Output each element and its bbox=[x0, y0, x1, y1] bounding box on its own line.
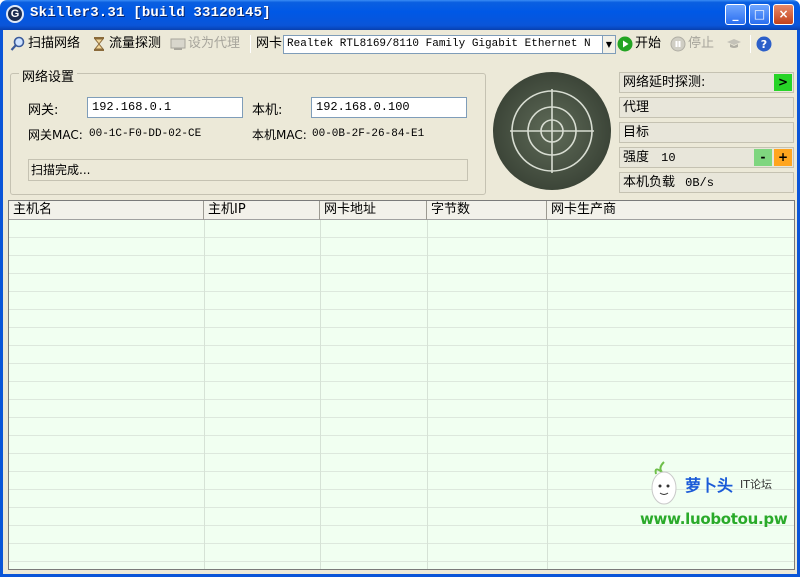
column-header-vendor[interactable]: 网卡生产商 bbox=[547, 201, 794, 220]
column-header-mac[interactable]: 网卡地址 bbox=[320, 201, 427, 220]
help-button[interactable]: ? bbox=[756, 33, 774, 55]
column-header-host-ip[interactable]: 主机IP bbox=[204, 201, 320, 220]
radish-mascot-icon bbox=[651, 461, 677, 505]
local-mac-value: 00-0B-2F-26-84-E1 bbox=[312, 128, 425, 140]
gateway-label: 网关: bbox=[28, 103, 59, 118]
column-header-bytes[interactable]: 字节数 bbox=[427, 201, 547, 220]
nic-label: 网卡 bbox=[256, 36, 283, 51]
traffic-probe-label: 流量探测 bbox=[109, 36, 162, 51]
help-icon: ? bbox=[756, 36, 772, 52]
latency-probe-label: 网络延时探测: bbox=[623, 75, 706, 90]
local-load-row: 本机负载 0B/s bbox=[619, 172, 794, 193]
set-proxy-button[interactable]: 设为代理 bbox=[170, 33, 240, 55]
toolbar-separator bbox=[750, 35, 751, 53]
svg-text:?: ? bbox=[761, 38, 767, 51]
local-mac-label: 本机MAC: bbox=[252, 128, 307, 142]
toolbar-separator bbox=[250, 35, 251, 53]
local-label: 本机: bbox=[252, 103, 283, 118]
strength-value: 10 bbox=[661, 151, 676, 165]
chevron-down-icon[interactable]: ▼ bbox=[602, 35, 616, 54]
column-divider bbox=[547, 220, 548, 569]
scan-network-label: 扫描网络 bbox=[28, 36, 81, 51]
watermark: 萝卜头 IT论坛 www.luobotou.pw bbox=[640, 460, 790, 540]
hourglass-icon bbox=[91, 36, 107, 52]
gateway-mac-label: 网关MAC: bbox=[28, 128, 83, 142]
proxy-icon bbox=[170, 36, 186, 52]
strength-row: 强度 10 - + bbox=[619, 147, 794, 168]
column-divider bbox=[204, 220, 205, 569]
traffic-probe-button[interactable]: 流量探测 bbox=[91, 33, 161, 55]
settings-button[interactable] bbox=[726, 33, 744, 55]
toolbar: 扫描网络 流量探测 设为代理 网卡 Realtek RTL8169/8110 F… bbox=[8, 33, 798, 55]
column-header-hostname[interactable]: 主机名 bbox=[9, 201, 204, 220]
latency-probe-row: 网络延时探测: > bbox=[619, 72, 794, 93]
column-divider bbox=[427, 220, 428, 569]
stop-button[interactable]: 停止 bbox=[670, 33, 714, 55]
radar-display bbox=[492, 71, 612, 191]
local-ip-field[interactable]: 192.168.0.100 bbox=[311, 97, 467, 118]
watermark-brand: 萝卜头 bbox=[685, 476, 734, 495]
strength-increase-button[interactable]: + bbox=[774, 149, 792, 166]
graduation-cap-icon bbox=[726, 36, 742, 52]
app-icon[interactable]: G bbox=[6, 5, 24, 23]
gateway-field[interactable]: 192.168.0.1 bbox=[87, 97, 243, 118]
table-header: 主机名 主机IP 网卡地址 字节数 网卡生产商 bbox=[9, 201, 794, 220]
pause-icon bbox=[670, 36, 686, 52]
watermark-url: www.luobotou.pw bbox=[640, 510, 788, 528]
start-label: 开始 bbox=[635, 36, 662, 51]
gateway-mac-value: 00-1C-F0-DD-02-CE bbox=[89, 128, 202, 140]
minimize-button[interactable]: _ bbox=[725, 4, 746, 25]
stop-label: 停止 bbox=[688, 36, 715, 51]
strength-decrease-button[interactable]: - bbox=[754, 149, 772, 166]
nic-select[interactable]: Realtek RTL8169/8110 Family Gigabit Ethe… bbox=[283, 35, 603, 54]
strength-label: 强度 bbox=[623, 150, 650, 165]
title-bar[interactable]: G Skiller3.31 [build 33120145] _ □ × bbox=[0, 0, 800, 30]
start-button[interactable]: 开始 bbox=[617, 33, 661, 55]
radar-icon bbox=[493, 72, 611, 190]
proxy-row: 代理 bbox=[619, 97, 794, 118]
target-row: 目标 bbox=[619, 122, 794, 143]
play-icon bbox=[617, 36, 633, 52]
maximize-button[interactable]: □ bbox=[749, 4, 770, 25]
status-text: 扫描完成... bbox=[28, 159, 468, 181]
close-button[interactable]: × bbox=[773, 4, 794, 25]
scan-network-button[interactable]: 扫描网络 bbox=[10, 33, 80, 55]
group-title: 网络设置 bbox=[19, 66, 78, 85]
window-title: Skiller3.31 [build 33120145] bbox=[30, 5, 271, 21]
magnifier-icon bbox=[10, 36, 26, 52]
local-load-label: 本机负载 bbox=[623, 175, 676, 190]
latency-go-button[interactable]: > bbox=[774, 74, 792, 91]
set-proxy-label: 设为代理 bbox=[188, 36, 241, 51]
column-divider bbox=[320, 220, 321, 569]
local-load-value: 0B/s bbox=[685, 176, 714, 190]
watermark-forum: IT论坛 bbox=[740, 478, 772, 491]
network-settings-group: 网络设置 网关: 192.168.0.1 本机: 192.168.0.100 网… bbox=[10, 66, 486, 195]
